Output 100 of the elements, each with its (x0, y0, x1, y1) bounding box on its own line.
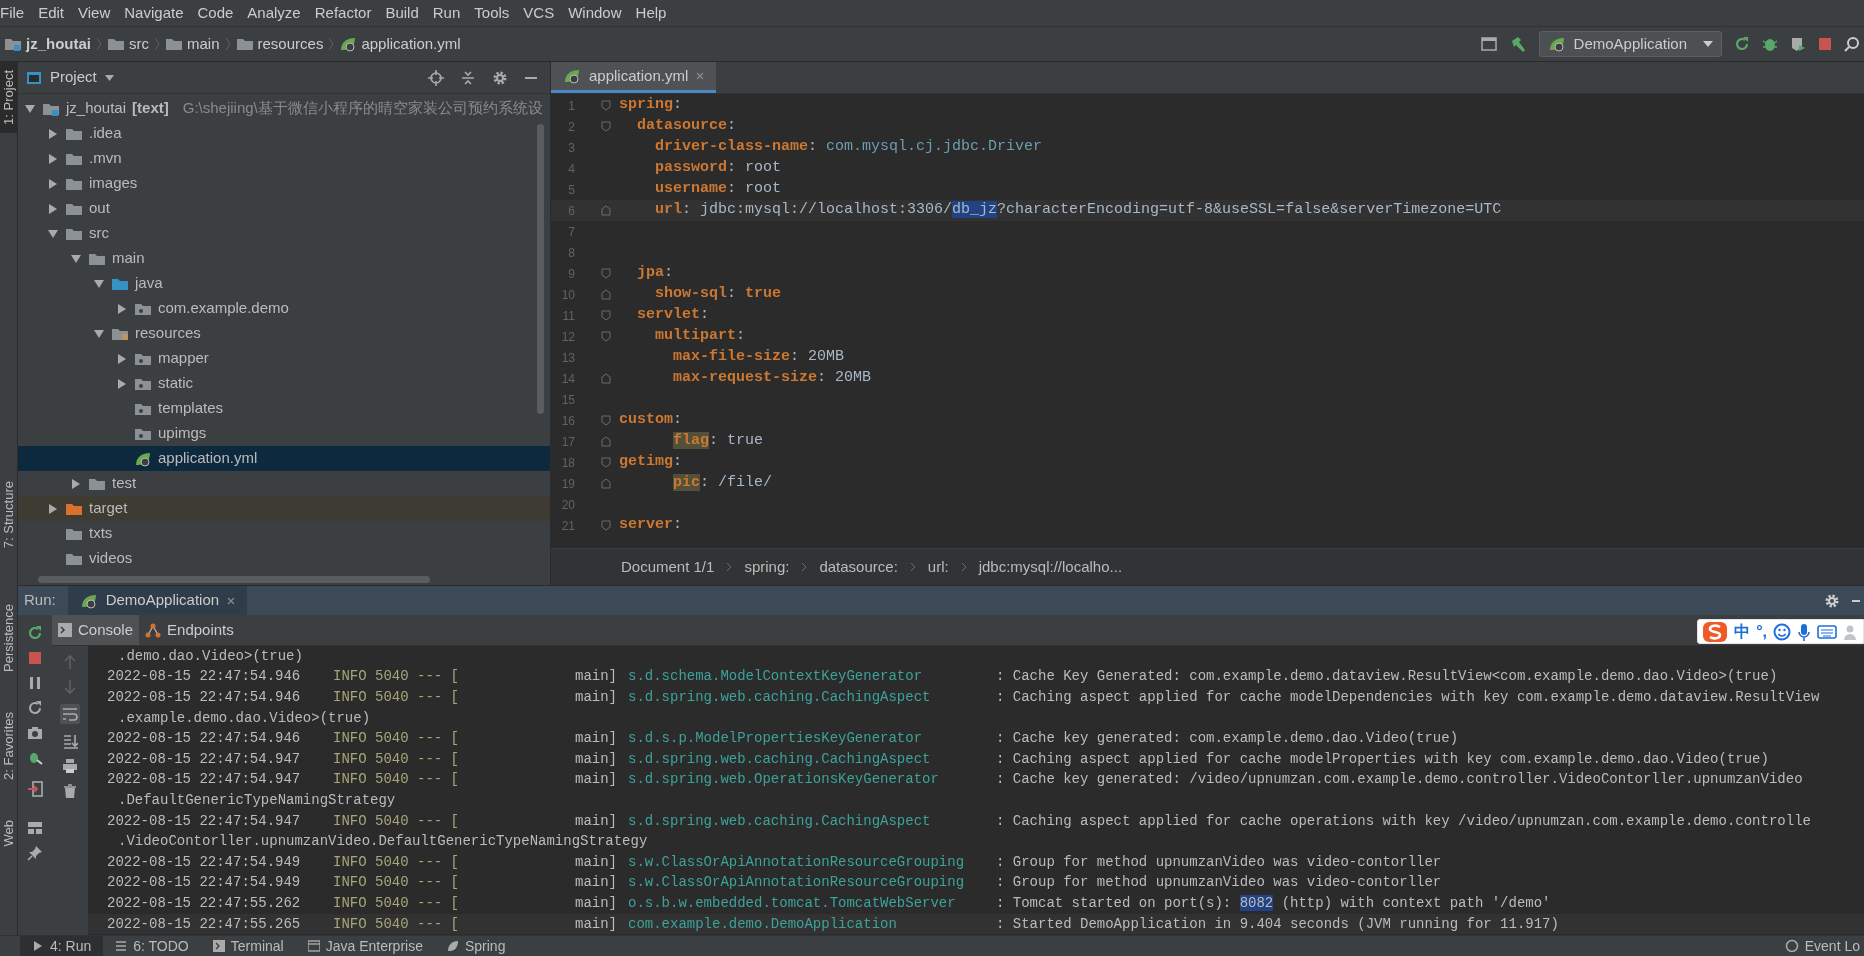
collapsed-arrow-icon[interactable] (47, 177, 59, 190)
tree-item[interactable]: com.example.demo (18, 296, 550, 321)
view-selector[interactable]: Project (50, 66, 114, 89)
menu-item[interactable]: Analyze (240, 1, 308, 25)
tool-window-tab[interactable]: Java Enterprise (295, 936, 435, 956)
pin-icon[interactable] (27, 845, 43, 861)
tree-item[interactable]: application.yml (18, 446, 550, 471)
breadcrumb-item[interactable]: resources (257, 32, 324, 56)
collapsed-arrow-icon[interactable] (47, 127, 59, 140)
emoji-icon[interactable] (1773, 622, 1791, 641)
menu-item[interactable]: Tools (467, 1, 517, 25)
fold-end-icon[interactable] (601, 289, 611, 300)
search-icon[interactable] (1844, 36, 1860, 52)
fold-end-icon[interactable] (601, 373, 611, 384)
breadcrumb-item[interactable]: Document 1/1 (621, 555, 715, 579)
fold-icon[interactable] (601, 331, 611, 342)
collapsed-arrow-icon[interactable] (47, 152, 59, 165)
tree-item[interactable]: static (18, 371, 550, 396)
layout-icon[interactable] (27, 820, 43, 836)
settings-icon[interactable] (1824, 592, 1840, 609)
fold-icon[interactable] (601, 121, 611, 132)
breadcrumb-item[interactable]: jdbc:mysql://localho... (978, 555, 1123, 579)
target-icon[interactable] (428, 69, 444, 86)
menu-item[interactable]: File (0, 1, 32, 25)
collapsed-arrow-icon[interactable] (116, 377, 128, 390)
menu-item[interactable]: Edit (31, 1, 72, 25)
run-configuration-dropdown[interactable]: DemoApplication (1538, 31, 1722, 57)
tool-window-tab[interactable]: Terminal (200, 936, 296, 956)
collapsed-arrow-icon[interactable] (116, 302, 128, 315)
menu-item[interactable]: Window (561, 1, 629, 25)
print-icon[interactable] (62, 758, 78, 774)
fold-icon[interactable] (601, 457, 611, 468)
scrollbar[interactable] (537, 124, 544, 414)
tree-item[interactable]: videos (18, 546, 550, 571)
tree-item[interactable]: txts (18, 521, 550, 546)
tool-window-tab[interactable]: 6: TODO (103, 936, 201, 956)
side-tab[interactable]: 7: Structure (0, 472, 18, 557)
run-tab[interactable]: DemoApplication (67, 586, 248, 615)
fold-end-icon[interactable] (601, 436, 611, 447)
input-method-toolbar[interactable]: 中 °, (1697, 619, 1864, 644)
collapsed-arrow-icon[interactable] (70, 477, 82, 490)
tree-item[interactable]: main (18, 246, 550, 271)
close-icon[interactable] (227, 596, 236, 605)
window-icon[interactable] (1480, 37, 1497, 51)
tree-item[interactable]: upimgs (18, 421, 550, 446)
fold-icon[interactable] (601, 268, 611, 279)
fold-icon[interactable] (601, 520, 611, 531)
menu-item[interactable]: Run (425, 1, 468, 25)
tree-item[interactable]: resources (18, 321, 550, 346)
expanded-arrow-icon[interactable] (24, 102, 36, 115)
rerun-icon[interactable] (1734, 36, 1750, 52)
microphone-icon[interactable] (1797, 622, 1811, 641)
restart-icon[interactable] (27, 700, 43, 716)
expanded-arrow-icon[interactable] (47, 227, 59, 240)
tree-item[interactable]: images (18, 171, 550, 196)
fold-icon[interactable] (601, 310, 611, 321)
tree-item[interactable]: .idea (18, 121, 550, 146)
menu-item[interactable]: VCS (516, 1, 562, 25)
tree-item[interactable]: jz_houtai [text] G:\shejiing\基于微信小程序的晴空家装公司预约系统设 (18, 96, 550, 121)
expanded-arrow-icon[interactable] (70, 252, 82, 265)
collapsed-arrow-icon[interactable] (116, 352, 128, 365)
keyboard-icon[interactable] (1817, 624, 1837, 639)
breadcrumb-item[interactable]: url: (927, 555, 949, 579)
collapsed-arrow-icon[interactable] (47, 202, 59, 215)
menu-item[interactable]: Code (190, 1, 241, 25)
fold-icon[interactable] (601, 415, 611, 426)
login-icon[interactable] (27, 781, 43, 797)
bug-icon[interactable] (1762, 36, 1778, 52)
rerun-icon[interactable] (27, 625, 43, 641)
breadcrumb-item[interactable]: application.yml (361, 32, 461, 56)
coverage-icon[interactable] (1790, 36, 1806, 52)
tree-item[interactable]: java (18, 271, 550, 296)
tree-item[interactable]: out (18, 196, 550, 221)
pause-icon[interactable] (27, 675, 43, 691)
settings-icon[interactable] (492, 69, 508, 86)
camera-icon[interactable] (27, 725, 43, 741)
side-tab[interactable]: 1: Project (0, 62, 18, 133)
menu-item[interactable]: Refactor (307, 1, 379, 25)
side-tab[interactable]: 2: Favorites (0, 704, 18, 788)
tool-window-tab[interactable]: Spring (434, 936, 518, 956)
tree-item[interactable]: .mvn (18, 146, 550, 171)
tool-window-tab[interactable]: 4: Run (20, 936, 104, 956)
breadcrumb-item[interactable]: datasource: (819, 555, 898, 579)
tree-item[interactable]: test (18, 471, 550, 496)
menu-item[interactable]: Help (628, 1, 674, 25)
soft-wrap-icon[interactable] (60, 704, 80, 724)
side-tab[interactable]: Web (0, 811, 18, 855)
breadcrumb-item[interactable]: main (187, 32, 220, 56)
menu-item[interactable]: Build (378, 1, 426, 25)
breadcrumb-item[interactable]: jz_houtai (26, 32, 91, 56)
trash-icon[interactable] (62, 783, 78, 799)
bug-icon[interactable] (27, 750, 43, 766)
expanded-arrow-icon[interactable] (93, 327, 105, 340)
tree-item[interactable]: src (18, 221, 550, 246)
breadcrumb-item[interactable]: spring: (744, 555, 790, 579)
console-tab[interactable]: Endpoints (139, 615, 240, 645)
language-mode[interactable]: 中 (1734, 619, 1751, 644)
collapse-icon[interactable] (460, 69, 476, 86)
expanded-arrow-icon[interactable] (93, 277, 105, 290)
side-tab[interactable]: Persistence (0, 596, 18, 681)
